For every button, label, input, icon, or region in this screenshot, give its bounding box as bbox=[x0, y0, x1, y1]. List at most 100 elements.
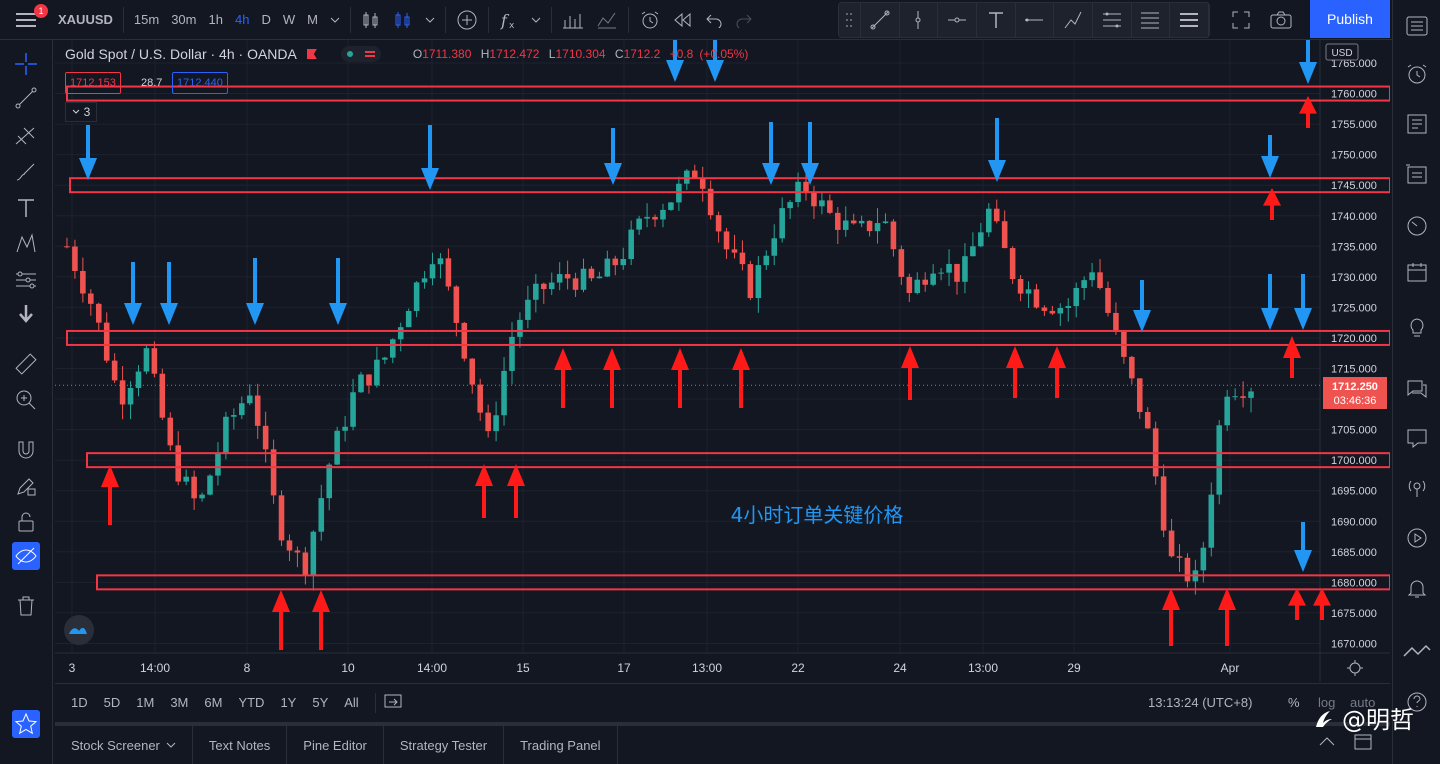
compare-button[interactable] bbox=[450, 0, 484, 40]
pattern-tool[interactable] bbox=[12, 230, 40, 258]
alert-button[interactable] bbox=[633, 0, 667, 40]
templates-button[interactable] bbox=[590, 0, 624, 40]
chats-button[interactable] bbox=[1403, 374, 1431, 402]
calendar-button[interactable] bbox=[1403, 212, 1431, 240]
drag-handle[interactable] bbox=[839, 3, 861, 37]
fib-tool-left[interactable] bbox=[12, 122, 40, 150]
parallel-channel-tool[interactable] bbox=[1093, 3, 1132, 37]
favorites-button[interactable] bbox=[12, 710, 40, 738]
horizontal-ray-tool[interactable] bbox=[938, 3, 977, 37]
text-tool[interactable] bbox=[977, 3, 1016, 37]
candle bbox=[461, 321, 468, 362]
trend-line-tool[interactable] bbox=[861, 3, 900, 37]
range-list: 1D 5D 1M 3M 6M YTD 1Y 5Y All bbox=[63, 695, 367, 710]
horizontal-line-tool[interactable] bbox=[1016, 3, 1055, 37]
hotlists-button[interactable] bbox=[1403, 160, 1431, 188]
icon-tool[interactable] bbox=[12, 300, 40, 328]
crosshair-tool[interactable] bbox=[12, 50, 40, 78]
maximize-panel-button[interactable] bbox=[1354, 734, 1372, 755]
price-chart[interactable]: 1765.0001760.0001755.0001750.0001745.000… bbox=[55, 40, 1390, 682]
playback-button[interactable] bbox=[1403, 524, 1431, 552]
timeframe-1h[interactable]: 1h bbox=[203, 0, 229, 40]
star-icon bbox=[14, 712, 38, 735]
percent-toggle[interactable]: % bbox=[1288, 695, 1300, 710]
candle bbox=[207, 474, 213, 496]
watchlist-button[interactable] bbox=[1403, 12, 1431, 40]
hide-drawings-tool[interactable] bbox=[12, 542, 40, 570]
bars-style-button[interactable] bbox=[387, 0, 419, 40]
grip-icon bbox=[846, 13, 853, 27]
remove-drawings-tool[interactable] bbox=[12, 592, 40, 620]
financials-button[interactable] bbox=[556, 0, 590, 40]
replay-button[interactable] bbox=[667, 0, 699, 40]
path-tool[interactable] bbox=[1054, 3, 1093, 37]
lock-drawings-tool[interactable] bbox=[12, 508, 40, 536]
range-ytd[interactable]: YTD bbox=[230, 695, 272, 710]
zoom-tool[interactable] bbox=[12, 386, 40, 414]
vertical-line-tool[interactable] bbox=[900, 3, 939, 37]
chart-type-dropdown[interactable] bbox=[419, 0, 441, 40]
range-1y[interactable]: 1Y bbox=[272, 695, 304, 710]
ideas-button[interactable] bbox=[1403, 312, 1431, 340]
sell-price-box[interactable]: 1712.153 bbox=[65, 72, 121, 94]
measure-tool[interactable] bbox=[12, 350, 40, 378]
goto-date-button[interactable] bbox=[384, 693, 402, 712]
trend-line-tool-left[interactable] bbox=[12, 84, 40, 112]
depth-button[interactable] bbox=[1403, 638, 1431, 666]
timeframe-15m[interactable]: 15m bbox=[128, 0, 165, 40]
market-status-toggle[interactable] bbox=[340, 46, 381, 62]
screenshot-button[interactable] bbox=[1270, 0, 1292, 40]
fib-retracement-tool[interactable] bbox=[1132, 3, 1171, 37]
range-6m[interactable]: 6M bbox=[196, 695, 230, 710]
timeframe-M[interactable]: M bbox=[301, 0, 324, 40]
tradingview-logo[interactable] bbox=[64, 615, 94, 645]
indicators-button[interactable]: fx bbox=[493, 0, 525, 40]
symbol-search[interactable]: XAUUSD bbox=[52, 0, 119, 40]
divider bbox=[349, 6, 351, 33]
range-1d[interactable]: 1D bbox=[63, 695, 96, 710]
redo-button[interactable] bbox=[729, 0, 759, 40]
magnet-tool[interactable] bbox=[12, 436, 40, 464]
text-tool-left[interactable] bbox=[12, 194, 40, 222]
currency-label[interactable]: USD bbox=[1325, 43, 1359, 61]
publish-button[interactable]: Publish bbox=[1310, 0, 1390, 38]
range-1m[interactable]: 1M bbox=[128, 695, 162, 710]
economic-calendar-button[interactable] bbox=[1403, 258, 1431, 286]
range-all[interactable]: All bbox=[336, 695, 366, 710]
alerts-button[interactable] bbox=[1403, 60, 1431, 88]
signals-button[interactable] bbox=[1403, 474, 1431, 502]
indicators-dropdown[interactable] bbox=[525, 0, 547, 40]
range-5y[interactable]: 5Y bbox=[304, 695, 336, 710]
panel-tab-text-notes[interactable]: Text Notes bbox=[193, 726, 288, 764]
fullscreen-button[interactable] bbox=[1232, 0, 1250, 40]
panel-tab-stock-screener[interactable]: Stock Screener bbox=[55, 726, 193, 764]
candles-style-button[interactable] bbox=[355, 0, 387, 40]
buy-price-box[interactable]: 1712.440 bbox=[172, 72, 228, 94]
timeframe-dropdown[interactable] bbox=[324, 0, 346, 40]
menu-button[interactable]: 1 bbox=[0, 0, 52, 40]
timeframe-4h[interactable]: 4h bbox=[229, 0, 255, 40]
panel-tab-strategy-tester[interactable]: Strategy Tester bbox=[384, 726, 505, 764]
data-window-button[interactable] bbox=[1403, 110, 1431, 138]
notifications-button[interactable] bbox=[1403, 574, 1431, 602]
collapse-panel-button[interactable] bbox=[1318, 734, 1336, 752]
trash-icon bbox=[18, 596, 34, 616]
utc-clock[interactable]: 13:13:24 (UTC+8) bbox=[1148, 695, 1252, 710]
more-tools[interactable] bbox=[1170, 3, 1210, 37]
timeframe-D[interactable]: D bbox=[255, 0, 276, 40]
timeframe-W[interactable]: W bbox=[277, 0, 301, 40]
brush-tool[interactable] bbox=[12, 158, 40, 186]
flag-icon[interactable] bbox=[306, 49, 317, 59]
legend-title[interactable]: Gold Spot / U.S. Dollar · 4h · OANDA bbox=[65, 46, 297, 62]
panel-tab-pine-editor[interactable]: Pine Editor bbox=[287, 726, 384, 764]
range-5d[interactable]: 5D bbox=[96, 695, 129, 710]
indicators-collapse[interactable]: 3 bbox=[65, 102, 97, 122]
stay-in-drawing-tool[interactable] bbox=[12, 472, 40, 500]
undo-button[interactable] bbox=[699, 0, 729, 40]
path-icon bbox=[1064, 11, 1082, 29]
prediction-tool[interactable] bbox=[12, 266, 40, 294]
streams-button[interactable] bbox=[1403, 424, 1431, 452]
range-3m[interactable]: 3M bbox=[162, 695, 196, 710]
timeframe-30m[interactable]: 30m bbox=[165, 0, 202, 40]
panel-tab-trading-panel[interactable]: Trading Panel bbox=[504, 726, 618, 764]
